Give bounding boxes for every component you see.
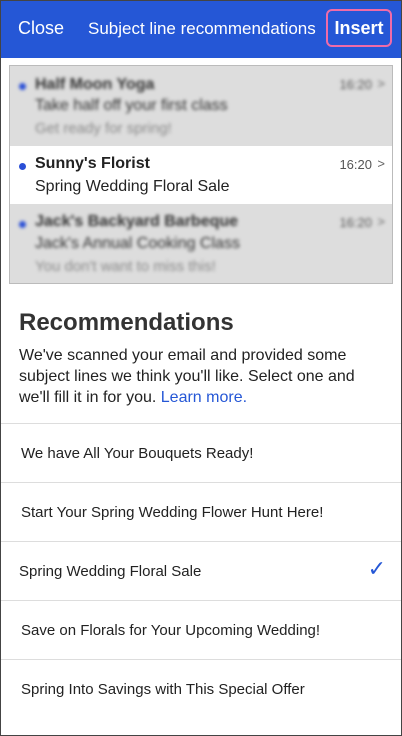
- option-label: Spring Into Savings with This Special Of…: [21, 681, 305, 698]
- message-sender: Half Moon Yoga: [35, 76, 155, 93]
- recommendations-heading: Recommendations: [19, 309, 234, 336]
- unread-dot-icon: [19, 83, 26, 90]
- recommendation-option[interactable]: Start Your Spring Wedding Flower Hunt He…: [1, 482, 401, 541]
- unread-dot-icon: [19, 221, 26, 228]
- chevron-right-icon: >: [377, 76, 385, 91]
- recommendations-description: We've scanned your email and provided so…: [19, 345, 379, 408]
- option-label: Save on Florals for Your Upcoming Weddin…: [21, 622, 321, 639]
- recommendation-list: We have All Your Bouquets Ready! Start Y…: [1, 423, 401, 718]
- top-bar: Close Subject line recommendations Inser…: [1, 1, 401, 58]
- option-label: Spring Wedding Floral Sale: [19, 563, 202, 580]
- recommendation-option[interactable]: Spring Into Savings with This Special Of…: [1, 659, 401, 718]
- message-snippet: Get ready for spring!: [35, 120, 172, 137]
- message-sender: Jack's Backyard Barbeque: [35, 213, 239, 230]
- preview-message: Jack's Backyard Barbeque Jack's Annual C…: [10, 204, 392, 284]
- learn-more-link[interactable]: Learn more.: [161, 389, 247, 406]
- option-label: We have All Your Bouquets Ready!: [21, 445, 254, 462]
- message-time: 16:20: [339, 215, 372, 230]
- recommendation-option[interactable]: Save on Florals for Your Upcoming Weddin…: [1, 600, 401, 659]
- preview-message: Half Moon Yoga Take half off your first …: [10, 66, 392, 146]
- checkmark-icon: ✓: [367, 556, 386, 581]
- message-subject: Spring Wedding Floral Sale: [35, 178, 230, 195]
- close-button[interactable]: Close: [18, 18, 64, 39]
- app-frame: Close Subject line recommendations Inser…: [0, 0, 402, 736]
- chevron-right-icon: >: [377, 156, 385, 171]
- inbox-preview: Half Moon Yoga Take half off your first …: [9, 65, 393, 284]
- page-title: Subject line recommendations: [88, 19, 316, 38]
- message-subject: Take half off your first class: [35, 97, 228, 114]
- recommendation-option-selected[interactable]: Spring Wedding Floral Sale ✓: [1, 541, 401, 600]
- unread-dot-icon: [19, 163, 26, 170]
- chevron-right-icon: >: [377, 214, 385, 229]
- message-subject: Jack's Annual Cooking Class: [35, 235, 240, 252]
- option-label: Start Your Spring Wedding Flower Hunt He…: [21, 504, 324, 521]
- message-time: 16:20: [339, 157, 372, 172]
- preview-message-current: Sunny's Florist Spring Wedding Floral Sa…: [10, 146, 392, 204]
- recommendation-option[interactable]: We have All Your Bouquets Ready!: [1, 423, 401, 482]
- insert-button[interactable]: Insert: [326, 9, 392, 47]
- message-sender: Sunny's Florist: [35, 155, 150, 172]
- message-snippet: You don't want to miss this!: [35, 258, 216, 275]
- message-time: 16:20: [339, 77, 372, 92]
